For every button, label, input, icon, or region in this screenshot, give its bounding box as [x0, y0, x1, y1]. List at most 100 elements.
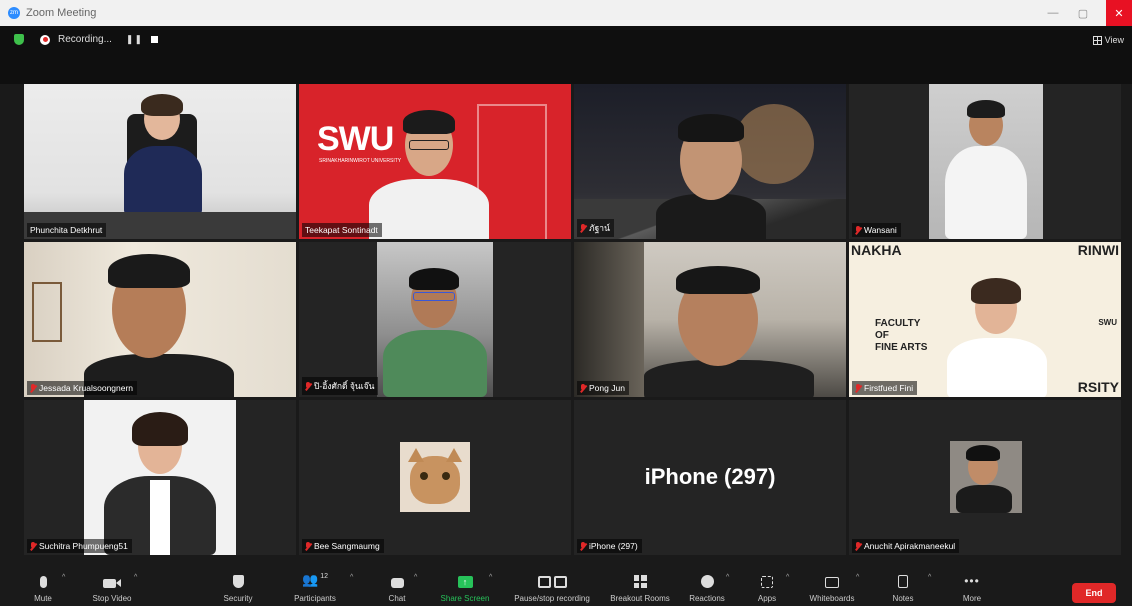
meeting-toolbar: Mute ^ Stop Video ^ Security 👥 12 Partic…: [0, 566, 1132, 606]
participant-hair: [403, 110, 455, 134]
background-text-line: OF: [875, 330, 889, 341]
stop-video-button[interactable]: Stop Video: [86, 566, 138, 606]
pause-stop-recording-icon: [537, 566, 567, 588]
participant-body: [956, 485, 1012, 513]
breakout-rooms-button[interactable]: Breakout Rooms: [606, 566, 674, 606]
video-tile[interactable]: Wansani: [849, 84, 1121, 239]
profile-picture: [400, 442, 470, 512]
participant-hair: [967, 100, 1005, 118]
muted-mic-icon: [305, 381, 311, 391]
participant-name-tag: Firstfued Fini: [852, 381, 918, 395]
participant-body: [656, 194, 766, 239]
video-tile-active-speaker[interactable]: SWU SRINAKHARINWIROT UNIVERSITY Teekapat…: [299, 84, 571, 239]
security-button[interactable]: Security: [218, 566, 258, 606]
close-icon[interactable]: ✕: [1106, 0, 1132, 26]
chat-label: Chat: [388, 594, 406, 603]
mute-button[interactable]: Mute: [30, 566, 56, 606]
notes-button[interactable]: Notes: [886, 566, 920, 606]
reactions-button[interactable]: Reactions: [686, 566, 728, 606]
participant-hair: [108, 254, 190, 288]
participant-name: Wansani: [864, 225, 897, 235]
participants-options-chevron-icon[interactable]: ^: [350, 574, 353, 581]
participant-body: [947, 338, 1047, 397]
muted-mic-icon: [305, 541, 311, 551]
more-button[interactable]: ••• More: [958, 566, 986, 606]
video-options-chevron-icon[interactable]: ^: [134, 574, 137, 581]
participant-name: Phunchita Detkhrut: [30, 225, 103, 235]
chat-options-chevron-icon[interactable]: ^: [414, 574, 417, 581]
video-feed: [24, 400, 296, 555]
muted-mic-icon: [580, 223, 586, 233]
participant-name-tag: Bee Sangmaumg: [302, 539, 384, 553]
view-button[interactable]: View: [1092, 35, 1124, 45]
shirt: [150, 480, 170, 555]
participant-video-frame: [929, 84, 1043, 239]
window-titlebar: zm Zoom Meeting — ▢ ✕: [0, 0, 1132, 26]
video-feed: [574, 242, 846, 397]
stop-video-label: Stop Video: [92, 594, 132, 603]
audio-options-chevron-icon[interactable]: ^: [62, 574, 65, 581]
participant-hair: [676, 266, 760, 294]
zoom-logo-icon: zm: [8, 7, 20, 19]
apps-options-chevron-icon[interactable]: ^: [786, 574, 789, 581]
video-tile[interactable]: ภัฐาน์: [574, 84, 846, 239]
whiteboards-button[interactable]: Whiteboards: [804, 566, 860, 606]
video-tile[interactable]: Bee Sangmaumg: [299, 400, 571, 555]
pause-recording-label: Pause/stop recording: [514, 594, 590, 603]
video-tile[interactable]: Anuchit Apirakmaneekul: [849, 400, 1121, 555]
video-feed: SWU SRINAKHARINWIROT UNIVERSITY: [299, 84, 571, 239]
participant-video-frame: [377, 242, 493, 397]
whiteboards-options-chevron-icon[interactable]: ^: [856, 574, 859, 581]
car-window: [574, 242, 644, 397]
participant-name: Anuchit Apirakmaneekul: [864, 541, 956, 551]
recording-label: Recording...: [58, 34, 112, 45]
reactions-options-chevron-icon[interactable]: ^: [726, 574, 729, 581]
restore-icon[interactable]: ▢: [1068, 0, 1098, 26]
breakout-rooms-icon: [633, 566, 647, 588]
video-tile[interactable]: Phunchita Detkhrut: [24, 84, 296, 239]
participant-hair: [678, 114, 744, 142]
video-tile[interactable]: iPhone (297) iPhone (297): [574, 400, 846, 555]
minimize-icon[interactable]: —: [1038, 0, 1068, 26]
pause-recording-icon[interactable]: ❚❚: [126, 34, 143, 45]
video-feed: NAKHA RINWI FACULTY OF FINE ARTS SWU RSI…: [849, 242, 1121, 397]
share-screen-label: Share Screen: [440, 594, 490, 603]
participant-name-tag: Suchitra Phumpueng51: [27, 539, 132, 553]
participant-body: [945, 146, 1027, 239]
participant-name: ภัฐาน์: [589, 223, 610, 233]
participant-name: Jessada Krualsoongnern: [39, 383, 134, 393]
security-shield-icon[interactable]: [14, 34, 24, 45]
video-tile[interactable]: ปิ-อิ้งศักดิ์ จุ้นเจ๊น: [299, 242, 571, 397]
video-tile[interactable]: Jessada Krualsoongnern: [24, 242, 296, 397]
participant-name-tag: Phunchita Detkhrut: [27, 223, 107, 237]
video-feed: [574, 84, 846, 239]
participant-photo: [84, 400, 236, 555]
participant-name: ปิ-อิ้งศักดิ์ จุ้นเจ๊น: [314, 381, 375, 391]
participant-hair: [966, 445, 1000, 461]
profile-picture: [950, 441, 1022, 513]
participant-body: [644, 360, 814, 397]
participant-name: Suchitra Phumpueng51: [39, 541, 128, 551]
video-tile[interactable]: Suchitra Phumpueng51: [24, 400, 296, 555]
end-meeting-button[interactable]: End: [1072, 583, 1116, 603]
swu-logo-subtitle: SRINAKHARINWIROT UNIVERSITY: [319, 158, 402, 164]
pause-stop-recording-button[interactable]: Pause/stop recording: [506, 566, 598, 606]
participant-name-tag: Pong Jun: [577, 381, 629, 395]
swu-logo-text: SWU: [1098, 318, 1117, 327]
video-feed: [24, 84, 296, 239]
chat-button[interactable]: Chat: [384, 566, 410, 606]
participant-hair: [132, 412, 188, 446]
more-ellipsis-icon: •••: [964, 574, 980, 588]
apps-button[interactable]: Apps: [754, 566, 780, 606]
muted-mic-icon: [580, 383, 586, 393]
video-tile[interactable]: NAKHA RINWI FACULTY OF FINE ARTS SWU RSI…: [849, 242, 1121, 397]
muted-mic-icon: [30, 541, 36, 551]
share-options-chevron-icon[interactable]: ^: [489, 574, 492, 581]
share-screen-button[interactable]: ↑ Share Screen: [438, 566, 492, 606]
apps-label: Apps: [757, 594, 777, 603]
grid-view-icon: [1092, 35, 1102, 45]
notes-options-chevron-icon[interactable]: ^: [928, 574, 931, 581]
participants-button[interactable]: 👥 12 Participants: [290, 566, 340, 606]
video-tile[interactable]: Pong Jun: [574, 242, 846, 397]
stop-recording-icon[interactable]: [151, 36, 159, 43]
